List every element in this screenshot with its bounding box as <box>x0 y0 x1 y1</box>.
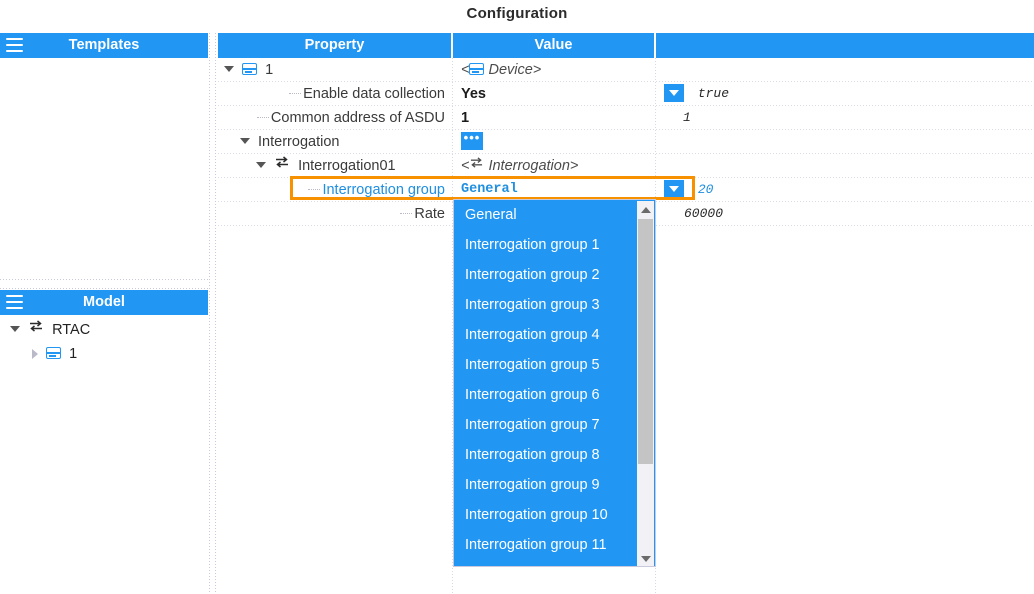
column-header-value[interactable]: Value <box>453 33 654 58</box>
list-item[interactable]: Interrogation group 6 <box>454 380 655 410</box>
list-item[interactable]: Interrogation group 8 <box>454 440 655 470</box>
extra-cell[interactable] <box>656 58 1026 82</box>
vertical-splitter[interactable] <box>208 33 217 594</box>
value-cell[interactable]: <Interrogation><Interrogation> <box>453 154 653 178</box>
device-icon <box>242 63 258 76</box>
expand-triangle-icon[interactable] <box>224 66 234 73</box>
templates-panel-header: Templates <box>0 33 208 58</box>
extra-text: true <box>697 86 730 101</box>
value-cell[interactable]: <<Device>Device> <box>453 58 653 82</box>
property-label: Common address of ASDU <box>270 110 445 126</box>
list-item[interactable]: Interrogation group 11 <box>454 530 655 560</box>
property-label: Interrogation <box>258 134 340 150</box>
templates-panel-body[interactable] <box>0 58 208 279</box>
type-bracket-open: < <box>461 158 470 174</box>
caret-up-icon[interactable] <box>637 201 654 218</box>
device-type-text: < <box>461 62 470 78</box>
column-header-label: Property <box>304 37 365 53</box>
expand-triangle-icon[interactable] <box>10 326 20 333</box>
table-row[interactable]: 1 <<Device>Device> <box>218 58 1034 82</box>
list-item[interactable]: Interrogation group 2 <box>454 260 655 290</box>
model-panel-header: Model <box>0 290 208 315</box>
extra-cell[interactable]: 20 <box>656 178 1026 202</box>
column-header-property[interactable]: Property <box>218 33 451 58</box>
model-tree-label: RTAC <box>52 322 91 338</box>
caret-down-icon[interactable] <box>637 550 654 566</box>
property-label: 1 <box>265 62 274 78</box>
value-cell[interactable]: Yes <box>453 82 653 106</box>
list-item[interactable]: Interrogation group 5 <box>454 350 655 380</box>
templates-panel-title: Templates <box>68 37 140 53</box>
horizontal-splitter[interactable] <box>0 278 208 290</box>
column-header-label: Value <box>534 37 573 53</box>
expand-triangle-icon[interactable] <box>256 162 266 169</box>
selection-highlight-box <box>290 176 695 200</box>
list-item[interactable]: Interrogation group 9 <box>454 470 655 500</box>
ellipsis-button[interactable]: ••• <box>461 131 483 151</box>
property-cell[interactable]: 1 <box>218 58 451 82</box>
table-row[interactable]: Interrogation01 <Interrogation><Interrog… <box>218 154 1034 178</box>
device-icon <box>469 63 485 76</box>
property-cell[interactable]: Common address of ASDU <box>218 106 451 130</box>
extra-cell[interactable] <box>656 154 1026 178</box>
table-row[interactable]: Common address of ASDU 1 1 <box>218 106 1034 130</box>
hamburger-icon[interactable] <box>6 38 23 52</box>
value-text: Interrogation> <box>488 158 579 174</box>
value-text: Device> <box>488 62 542 78</box>
tree-line <box>289 92 302 94</box>
dropdown-scrollbar[interactable] <box>637 201 654 566</box>
extra-cell[interactable]: true <box>656 82 1026 106</box>
collapse-triangle-icon[interactable] <box>32 349 38 360</box>
extra-cell[interactable]: 60000 <box>656 202 1026 226</box>
column-header-extra[interactable] <box>656 33 1034 58</box>
tree-line <box>400 212 413 214</box>
scrollbar-thumb[interactable] <box>638 219 653 464</box>
list-item[interactable]: Interrogation group 4 <box>454 320 655 350</box>
swap-arrows-icon <box>469 153 484 177</box>
table-row[interactable]: Enable data collection Yes true <box>218 82 1034 106</box>
property-label: Enable data collection <box>303 86 445 102</box>
extra-cell[interactable]: 1 <box>656 106 1026 130</box>
swap-arrows-icon <box>274 153 290 177</box>
list-item[interactable]: Interrogation group 10 <box>454 500 655 530</box>
table-row[interactable]: Interrogation ••• <box>218 130 1034 154</box>
dropdown-toggle-icon[interactable] <box>664 83 684 102</box>
model-panel-title: Model <box>83 294 125 310</box>
model-tree-item-rtac[interactable]: RTAC <box>10 318 90 342</box>
extra-cell[interactable] <box>656 130 1026 154</box>
swap-arrows-icon <box>28 317 44 341</box>
tree-line <box>256 116 269 118</box>
property-cell[interactable]: Interrogation01 <box>218 154 451 178</box>
list-item[interactable]: Interrogation group 7 <box>454 410 655 440</box>
expand-triangle-icon[interactable] <box>240 138 250 145</box>
value-cell[interactable]: 1 <box>453 106 653 130</box>
extra-text: 20 <box>697 182 714 197</box>
value-cell[interactable]: ••• <box>453 130 653 154</box>
page-title: Configuration <box>466 5 568 22</box>
property-label: Rate <box>414 206 445 222</box>
property-cell[interactable]: Enable data collection <box>218 82 451 106</box>
property-cell[interactable]: Interrogation <box>218 130 451 154</box>
property-label: Interrogation01 <box>298 158 396 174</box>
device-icon <box>46 347 62 360</box>
list-item[interactable]: Interrogation group 3 <box>454 290 655 320</box>
model-tree-label: 1 <box>69 346 78 362</box>
model-tree-item-device[interactable]: 1 <box>32 342 77 366</box>
model-panel-body[interactable]: RTAC 1 <box>0 315 208 594</box>
list-item[interactable]: Interrogation group 1 <box>454 230 655 260</box>
property-cell[interactable]: Rate <box>218 202 451 226</box>
interrogation-group-dropdown-list[interactable]: General Interrogation group 1 Interrogat… <box>453 199 656 567</box>
list-item[interactable]: General <box>454 200 655 230</box>
hamburger-icon[interactable] <box>6 295 23 309</box>
